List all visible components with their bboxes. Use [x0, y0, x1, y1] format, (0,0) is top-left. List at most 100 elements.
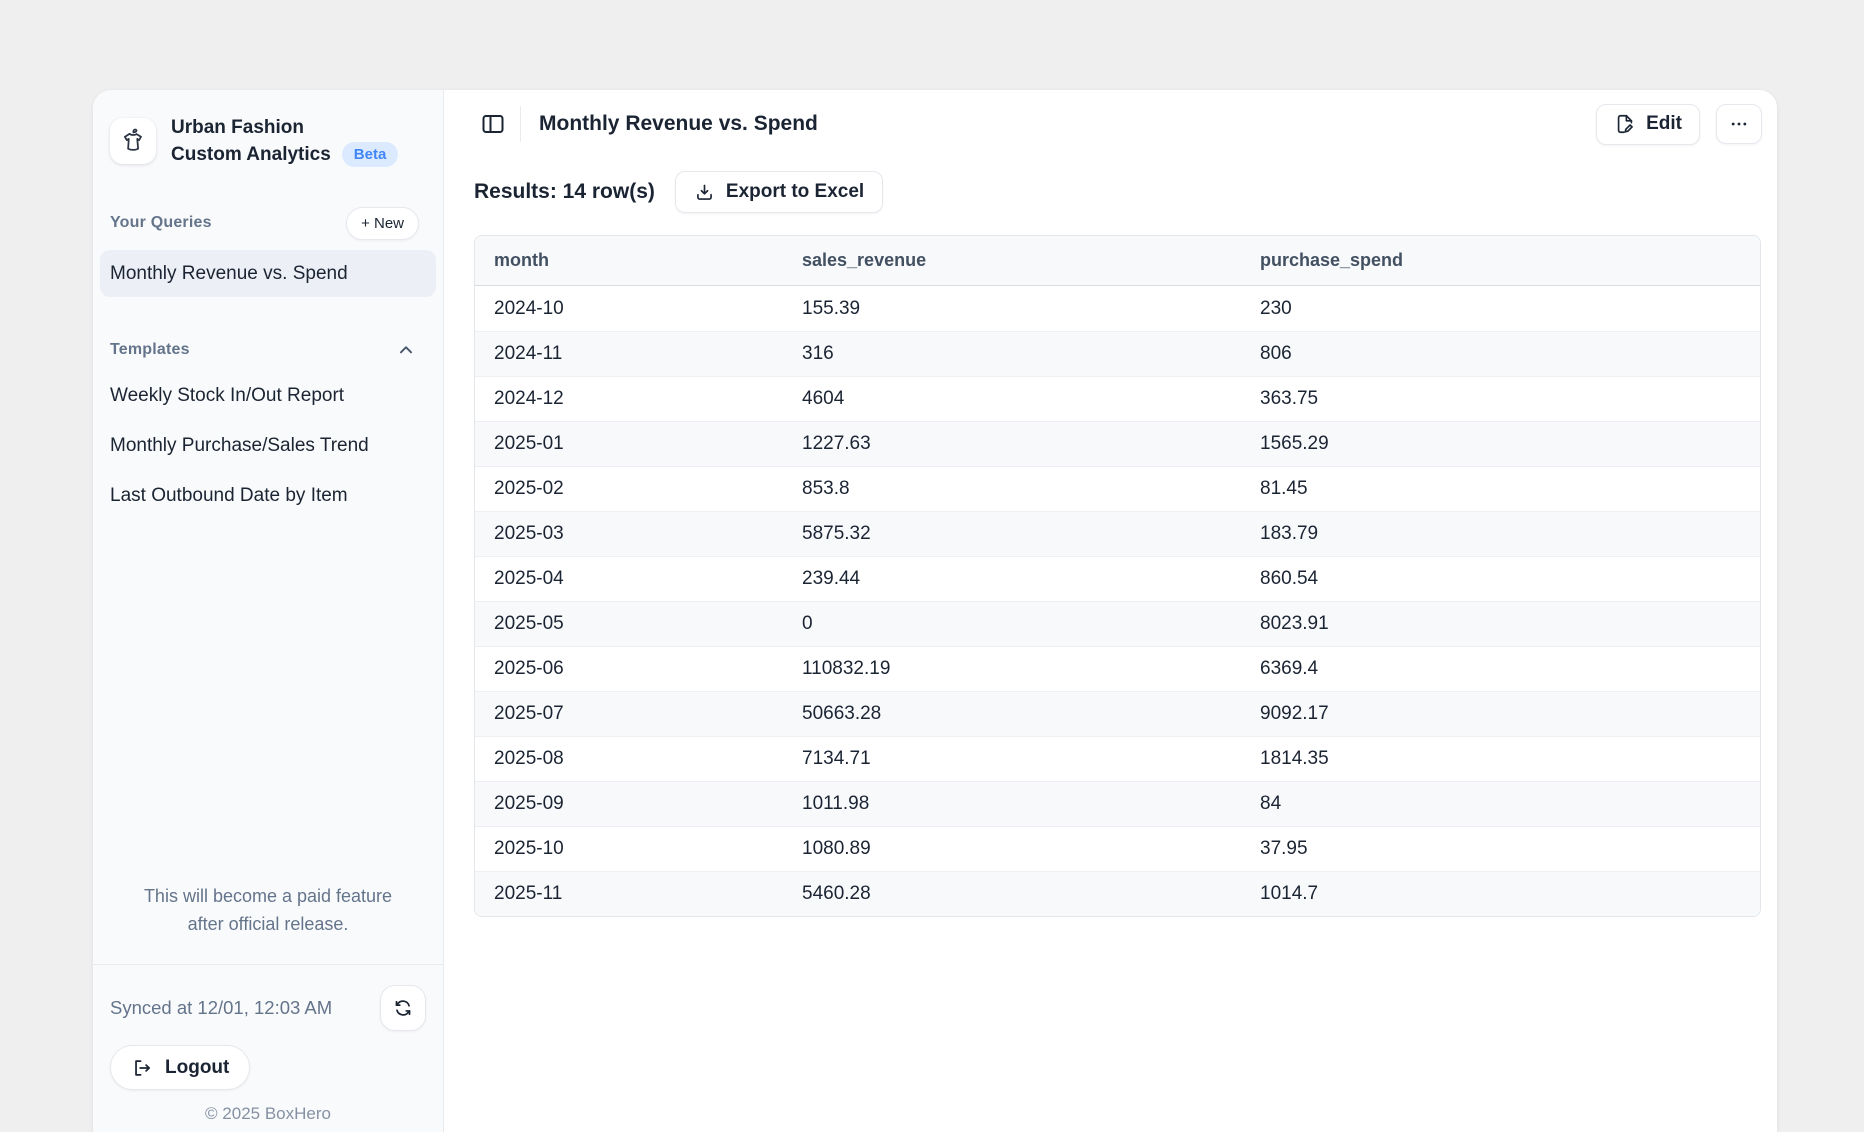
table-cell: 363.75 — [1241, 377, 1760, 421]
table-cell: 1080.89 — [783, 827, 1241, 871]
workspace-logo — [110, 118, 156, 164]
paid-feature-note-line1: This will become a paid feature — [107, 882, 429, 910]
table-cell: 50663.28 — [783, 692, 1241, 736]
logout-label: Logout — [165, 1057, 229, 1079]
column-header-sales-revenue: sales_revenue — [783, 236, 1241, 285]
results-row: Results: 14 row(s) Export to Excel — [474, 171, 1762, 213]
column-header-month: month — [475, 236, 783, 285]
sidebar-item-template[interactable]: Weekly Stock In/Out Report — [100, 371, 436, 421]
header-divider — [520, 106, 521, 142]
table-row: 2025-06110832.196369.4 — [475, 646, 1760, 691]
copyright: © 2025 BoxHero — [93, 1104, 443, 1124]
chevron-up-icon — [395, 339, 417, 361]
sidebar-footer: This will become a paid feature after of… — [93, 882, 443, 1124]
download-icon — [694, 182, 715, 203]
ellipsis-icon — [1729, 114, 1749, 134]
table-cell: 2024-10 — [475, 286, 783, 331]
table-cell: 860.54 — [1241, 557, 1760, 601]
table-cell: 1565.29 — [1241, 422, 1760, 466]
main-content: Monthly Revenue vs. Spend Edit Results: … — [444, 90, 1777, 1132]
templates-section-label: Templates — [110, 341, 190, 359]
sidebar-toggle-button[interactable] — [474, 105, 512, 143]
queries-section-header: Your Queries + New — [93, 206, 443, 240]
table-row: 2024-10155.39230 — [475, 286, 1760, 331]
table-cell: 8023.91 — [1241, 602, 1760, 646]
table-cell: 6369.4 — [1241, 647, 1760, 691]
table-cell: 239.44 — [783, 557, 1241, 601]
tshirt-icon — [118, 126, 148, 156]
table-cell: 81.45 — [1241, 467, 1760, 511]
refresh-icon — [392, 997, 414, 1019]
queries-section-label: Your Queries — [110, 214, 212, 232]
table-cell: 4604 — [783, 377, 1241, 421]
table-row: 2025-04239.44860.54 — [475, 556, 1760, 601]
sidebar-item-template[interactable]: Monthly Purchase/Sales Trend — [100, 421, 436, 471]
table-cell: 2025-03 — [475, 512, 783, 556]
table-row: 2024-11316806 — [475, 331, 1760, 376]
beta-badge: Beta — [342, 142, 399, 167]
panel-left-icon — [481, 112, 505, 136]
sidebar: Urban Fashion Custom Analytics Beta Your… — [93, 90, 444, 1132]
synced-timestamp: Synced at 12/01, 12:03 AM — [110, 997, 332, 1019]
workspace-name: Urban Fashion Custom Analytics Beta — [171, 114, 398, 168]
logout-button[interactable]: Logout — [110, 1045, 250, 1090]
table-cell: 1227.63 — [783, 422, 1241, 466]
table-cell: 2025-02 — [475, 467, 783, 511]
templates-section-header: Templates — [93, 333, 443, 367]
table-cell: 9092.17 — [1241, 692, 1760, 736]
table-cell: 5875.32 — [783, 512, 1241, 556]
paid-feature-note-line2: after official release. — [107, 910, 429, 938]
table-cell: 1814.35 — [1241, 737, 1760, 781]
sidebar-divider — [93, 964, 443, 965]
table-row: 2025-035875.32183.79 — [475, 511, 1760, 556]
table-cell: 1011.98 — [783, 782, 1241, 826]
edit-document-icon — [1614, 113, 1636, 135]
table-cell: 155.39 — [783, 286, 1241, 331]
edit-button[interactable]: Edit — [1596, 104, 1700, 145]
edit-button-label: Edit — [1646, 113, 1682, 135]
table-cell: 0 — [783, 602, 1241, 646]
table-cell: 2024-12 — [475, 377, 783, 421]
table-cell: 183.79 — [1241, 512, 1760, 556]
table-row: 2025-011227.631565.29 — [475, 421, 1760, 466]
table-cell: 853.8 — [783, 467, 1241, 511]
table-cell: 2025-10 — [475, 827, 783, 871]
new-query-button[interactable]: + New — [346, 207, 419, 240]
table-cell: 84 — [1241, 782, 1760, 826]
workspace-name-line1: Urban Fashion — [171, 114, 398, 141]
refresh-button[interactable] — [380, 985, 426, 1031]
table-row: 2025-02853.881.45 — [475, 466, 1760, 511]
table-cell: 316 — [783, 332, 1241, 376]
export-to-excel-button[interactable]: Export to Excel — [675, 171, 883, 213]
logout-icon — [131, 1057, 153, 1079]
table-cell: 2025-04 — [475, 557, 783, 601]
more-options-button[interactable] — [1716, 104, 1762, 144]
queries-list: Monthly Revenue vs. Spend — [93, 250, 443, 297]
app-window: Urban Fashion Custom Analytics Beta Your… — [93, 90, 1777, 1132]
table-cell: 1014.7 — [1241, 872, 1760, 916]
export-button-label: Export to Excel — [726, 181, 864, 203]
column-header-purchase-spend: purchase_spend — [1241, 236, 1760, 285]
table-cell: 110832.19 — [783, 647, 1241, 691]
table-cell: 230 — [1241, 286, 1760, 331]
results-count: Results: 14 row(s) — [474, 180, 655, 204]
sync-status-row: Synced at 12/01, 12:03 AM — [93, 985, 443, 1031]
templates-collapse-toggle[interactable] — [393, 337, 419, 363]
table-cell: 37.95 — [1241, 827, 1760, 871]
table-row: 2025-0750663.289092.17 — [475, 691, 1760, 736]
table-row: 2024-124604363.75 — [475, 376, 1760, 421]
table-cell: 806 — [1241, 332, 1760, 376]
sidebar-item-template[interactable]: Last Outbound Date by Item — [100, 471, 436, 521]
table-row: 2025-087134.711814.35 — [475, 736, 1760, 781]
page-title: Monthly Revenue vs. Spend — [539, 112, 818, 136]
sidebar-item-query[interactable]: Monthly Revenue vs. Spend — [100, 250, 436, 297]
table-row: 2025-0508023.91 — [475, 601, 1760, 646]
table-row: 2025-091011.9884 — [475, 781, 1760, 826]
table-header-row: month sales_revenue purchase_spend — [475, 236, 1760, 286]
table-row: 2025-115460.281014.7 — [475, 871, 1760, 916]
main-header: Monthly Revenue vs. Spend Edit — [474, 102, 1762, 146]
templates-list: Weekly Stock In/Out ReportMonthly Purcha… — [93, 371, 443, 521]
table-cell: 5460.28 — [783, 872, 1241, 916]
workspace-name-line2: Custom Analytics — [171, 141, 331, 168]
table-cell: 2024-11 — [475, 332, 783, 376]
